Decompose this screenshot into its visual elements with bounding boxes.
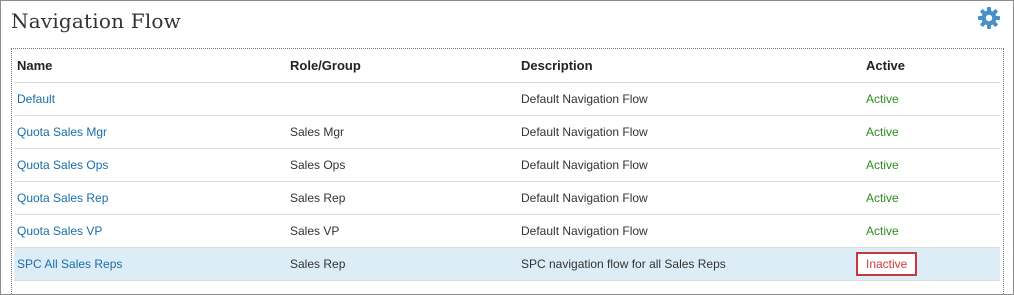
active-cell[interactable]: Active bbox=[863, 82, 1000, 116]
role-group-cell: Sales Ops bbox=[287, 148, 518, 182]
active-cell[interactable]: Inactive bbox=[856, 247, 1000, 281]
description-cell: Default Navigation Flow bbox=[518, 115, 863, 149]
flow-name-link[interactable]: Quota Sales Ops bbox=[17, 158, 108, 172]
column-header-description[interactable]: Description bbox=[518, 49, 863, 83]
active-cell[interactable]: Active bbox=[863, 181, 1000, 215]
active-cell[interactable]: Active bbox=[863, 115, 1000, 149]
status-text: Active bbox=[866, 125, 899, 139]
settings-button[interactable] bbox=[977, 6, 1001, 30]
table-row-selected[interactable]: SPC All Sales Reps Sales Rep SPC navigat… bbox=[14, 247, 1000, 281]
role-group-cell: Sales Rep bbox=[287, 181, 518, 215]
table-row[interactable]: Default Default Navigation Flow Active bbox=[14, 82, 1000, 116]
role-group-cell: Sales VP bbox=[287, 214, 518, 248]
name-cell: Default bbox=[14, 82, 287, 116]
column-header-name[interactable]: Name bbox=[14, 49, 287, 83]
table-row[interactable]: Quota Sales Mgr Sales Mgr Default Naviga… bbox=[14, 115, 1000, 149]
table-row[interactable]: Quota Sales Rep Sales Rep Default Naviga… bbox=[14, 181, 1000, 215]
flow-name-link[interactable]: Quota Sales VP bbox=[17, 224, 102, 238]
status-text: Active bbox=[866, 191, 899, 205]
active-cell[interactable]: Active bbox=[863, 214, 1000, 248]
table-header-row: Name Role/Group Description Active bbox=[14, 49, 1000, 83]
navigation-flow-table: Name Role/Group Description Active Defau… bbox=[14, 49, 1000, 281]
name-cell: Quota Sales VP bbox=[14, 214, 287, 248]
description-cell: Default Navigation Flow bbox=[518, 148, 863, 182]
description-cell: Default Navigation Flow bbox=[518, 214, 863, 248]
role-group-cell: Sales Rep bbox=[287, 247, 518, 281]
flow-name-link[interactable]: Quota Sales Rep bbox=[17, 191, 108, 205]
flow-name-link[interactable]: Default bbox=[17, 92, 55, 106]
role-group-cell: Sales Mgr bbox=[287, 115, 518, 149]
description-cell: SPC navigation flow for all Sales Reps bbox=[518, 247, 863, 281]
navigation-flow-panel: Navigation Flow Name Role/Group Descript… bbox=[0, 0, 1014, 295]
status-text: Active bbox=[866, 224, 899, 238]
navigation-flow-table-frame: Name Role/Group Description Active Defau… bbox=[11, 48, 1004, 294]
status-text: Active bbox=[866, 158, 899, 172]
name-cell: Quota Sales Rep bbox=[14, 181, 287, 215]
name-cell: Quota Sales Mgr bbox=[14, 115, 287, 149]
inactive-status-highlight[interactable]: Inactive bbox=[856, 252, 918, 276]
role-group-cell bbox=[287, 82, 518, 116]
page-title: Navigation Flow bbox=[11, 9, 181, 33]
description-cell: Default Navigation Flow bbox=[518, 82, 863, 116]
table-row[interactable]: Quota Sales VP Sales VP Default Navigati… bbox=[14, 214, 1000, 248]
table-row[interactable]: Quota Sales Ops Sales Ops Default Naviga… bbox=[14, 148, 1000, 182]
name-cell: Quota Sales Ops bbox=[14, 148, 287, 182]
name-cell: SPC All Sales Reps bbox=[14, 247, 287, 281]
column-header-active[interactable]: Active bbox=[863, 49, 1000, 83]
active-cell[interactable]: Active bbox=[863, 148, 1000, 182]
status-text: Active bbox=[866, 92, 899, 106]
flow-name-link[interactable]: SPC All Sales Reps bbox=[17, 257, 122, 271]
column-header-role-group[interactable]: Role/Group bbox=[287, 49, 518, 83]
gear-icon bbox=[978, 7, 1000, 29]
description-cell: Default Navigation Flow bbox=[518, 181, 863, 215]
flow-name-link[interactable]: Quota Sales Mgr bbox=[17, 125, 107, 139]
